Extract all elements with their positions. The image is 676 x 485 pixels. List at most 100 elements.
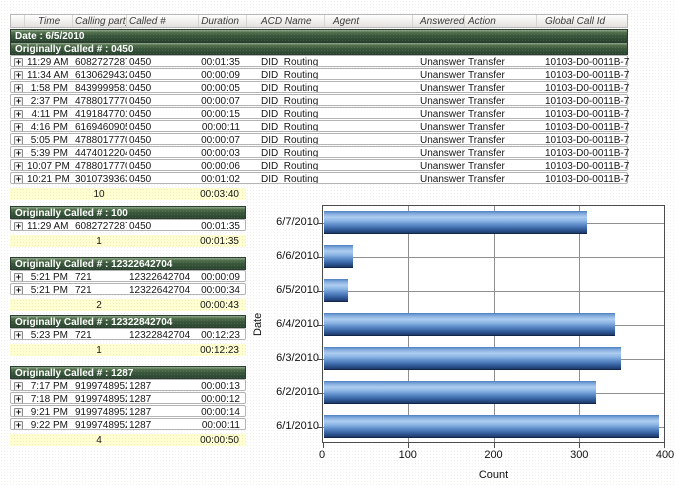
- expand-icon[interactable]: +: [14, 382, 23, 390]
- cell-global-call-id: 10103-D0-0011B-773: [537, 121, 629, 131]
- expand-icon[interactable]: +: [14, 408, 23, 416]
- expand-icon[interactable]: +: [14, 97, 23, 105]
- header-duration: Duration: [199, 15, 247, 27]
- cell-called: 0450: [127, 173, 199, 183]
- cell-acd-name: DID_Routing: [247, 56, 325, 66]
- y-tick-label: 6/1/2010: [266, 409, 322, 443]
- cell-called: 1287: [127, 419, 199, 429]
- table-row: + 7:17 PM 9199748952 1287 00:00:13: [10, 379, 246, 391]
- expand-icon[interactable]: +: [14, 162, 23, 170]
- cell-answered: Unanswered: [413, 69, 465, 79]
- y-tick-mark: [318, 291, 323, 292]
- cell-action: Transfer: [465, 108, 537, 118]
- cell-agent: [325, 82, 413, 92]
- cell-agent: [325, 160, 413, 170]
- cell-time: 5:23 PM: [25, 329, 73, 339]
- cell-agent: [325, 108, 413, 118]
- expand-icon[interactable]: +: [14, 58, 23, 66]
- header-agent: Agent: [325, 15, 413, 27]
- expand-icon[interactable]: +: [14, 84, 23, 92]
- cell-global-call-id: 10103-D0-0011B-768: [537, 56, 629, 66]
- expand-icon[interactable]: +: [14, 222, 23, 230]
- expand-icon[interactable]: +: [14, 136, 23, 144]
- cell-answered: Unanswered: [413, 147, 465, 157]
- group-band: Originally Called # : 12322642704: [10, 257, 246, 270]
- expand-icon[interactable]: +: [14, 175, 23, 183]
- header-global-call-id: Global Call Id: [537, 15, 629, 27]
- summary-count: 2: [72, 299, 126, 311]
- expand-icon[interactable]: +: [14, 395, 23, 403]
- cell-agent: [325, 147, 413, 157]
- summary-duration: 00:00:43: [198, 299, 246, 311]
- expand-icon[interactable]: +: [14, 123, 23, 131]
- group-band: Originally Called # : 12322842704: [10, 315, 246, 328]
- expand-cell: +: [11, 147, 25, 157]
- bar-6/4/2010: [324, 313, 615, 336]
- expand-cell: +: [11, 108, 25, 118]
- cell-answered: Unanswered: [413, 173, 465, 183]
- bar-6/2/2010: [324, 381, 596, 404]
- cell-duration: 00:00:11: [199, 419, 247, 429]
- table-row: + 11:34 AM 6130629432 0450 00:00:09 DID_…: [10, 68, 628, 80]
- expand-icon[interactable]: +: [14, 286, 23, 294]
- summary-count: 10: [72, 188, 126, 200]
- cell-duration: 00:00:03: [199, 147, 247, 157]
- cell-time: 5:39 PM: [25, 147, 73, 157]
- expand-icon[interactable]: +: [14, 273, 23, 281]
- cell-duration: 00:00:07: [199, 134, 247, 144]
- group-summary: 1 00:12:23: [10, 344, 246, 356]
- cell-acd-name: DID_Routing: [247, 147, 325, 157]
- cell-called: 0450: [127, 56, 199, 66]
- x-tick-mark: [664, 442, 665, 448]
- table-row: + 2:37 PM 4788017770 0450 00:00:07 DID_R…: [10, 94, 628, 106]
- cell-calling-party: 4788017770: [73, 134, 127, 144]
- cell-called: 12322642704: [127, 271, 199, 281]
- expand-icon[interactable]: +: [14, 331, 23, 339]
- y-tick-mark: [318, 359, 323, 360]
- expand-icon[interactable]: +: [14, 110, 23, 118]
- y-tick-label: 6/4/2010: [266, 307, 322, 341]
- cell-agent: [325, 173, 413, 183]
- cell-calling-party: 4788017770: [73, 95, 127, 105]
- y-tick-label: 6/3/2010: [266, 341, 322, 375]
- cell-called: 12322642704: [127, 284, 199, 294]
- cell-action: Transfer: [465, 121, 537, 131]
- table-row: + 11:29 AM 6082727287 0450 00:01:35: [10, 219, 246, 231]
- x-tick-label: 400: [656, 449, 674, 461]
- cell-agent: [325, 95, 413, 105]
- expand-icon[interactable]: +: [14, 421, 23, 429]
- y-tick-label: 6/6/2010: [266, 239, 322, 273]
- cell-duration: 00:00:07: [199, 95, 247, 105]
- table-row: + 5:23 PM 721 12322842704 00:12:23: [10, 328, 246, 340]
- x-tick-label: 200: [484, 449, 502, 461]
- cell-time: 5:05 PM: [25, 134, 73, 144]
- cell-duration: 00:01:35: [199, 220, 247, 230]
- cell-time: 4:11 PM: [25, 108, 73, 118]
- cell-time: 11:29 AM: [25, 220, 73, 230]
- table-row: + 4:16 PM 6169460905 0450 00:00:11 DID_R…: [10, 120, 628, 132]
- expand-icon[interactable]: +: [14, 149, 23, 157]
- cell-acd-name: DID_Routing: [247, 69, 325, 79]
- summary-count: 1: [72, 235, 126, 247]
- call-detail-table: Time Calling party # Called # Duration A…: [10, 14, 628, 200]
- x-tick-mark: [408, 442, 409, 448]
- cell-calling-party: 4474012204: [73, 147, 127, 157]
- table-header-row: Time Calling party # Called # Duration A…: [10, 14, 628, 28]
- table-row: + 7:18 PM 9199748952 1287 00:00:12: [10, 392, 246, 404]
- header-expand-column: [11, 15, 25, 27]
- cell-called: 0450: [127, 220, 199, 230]
- x-tick-mark: [579, 442, 580, 448]
- cell-duration: 00:00:06: [199, 160, 247, 170]
- cell-called: 0450: [127, 82, 199, 92]
- group-band: Originally Called # : 100: [10, 206, 246, 219]
- cell-duration: 00:00:12: [199, 393, 247, 403]
- summary-duration: 00:03:40: [198, 188, 246, 200]
- cell-calling-party: 6169460905: [73, 121, 127, 131]
- cell-answered: Unanswered: [413, 82, 465, 92]
- y-tick-mark: [318, 427, 323, 428]
- cell-called: 0450: [127, 69, 199, 79]
- expand-cell: +: [11, 69, 25, 79]
- summary-duration: 00:00:50: [198, 434, 246, 446]
- expand-icon[interactable]: +: [14, 71, 23, 79]
- cell-acd-name: DID_Routing: [247, 108, 325, 118]
